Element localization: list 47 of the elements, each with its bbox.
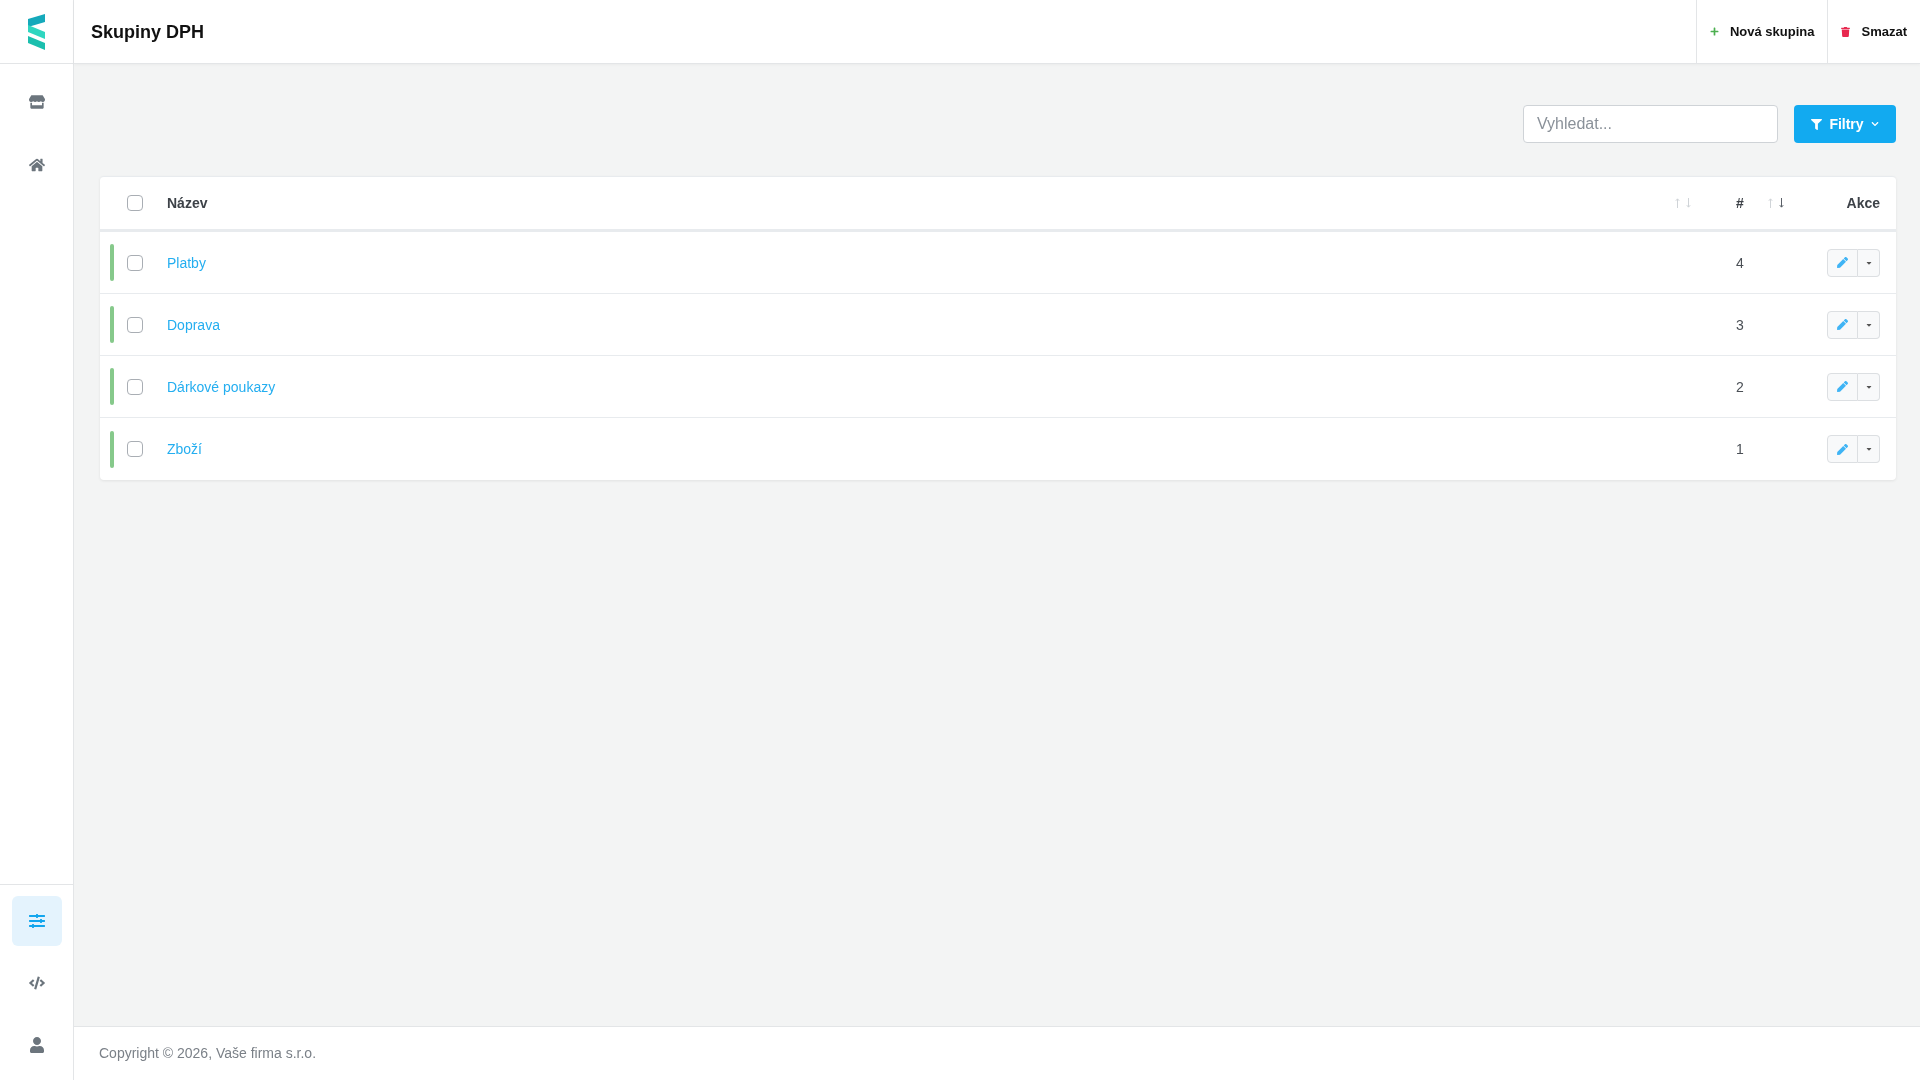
dropdown-toggle-button[interactable] <box>1858 248 1880 277</box>
user-icon <box>28 1037 45 1053</box>
sliders-icon <box>28 913 45 929</box>
column-header: Akce <box>1846 193 1880 213</box>
sort-arrows-icon[interactable] <box>1767 198 1784 208</box>
trash-icon <box>1841 26 1851 37</box>
plus-icon <box>1709 27 1719 36</box>
pencil-icon <box>1837 443 1848 455</box>
filter-icon <box>1811 118 1823 130</box>
delete-button[interactable]: Smazat <box>1827 0 1920 63</box>
pencil-icon <box>1837 319 1848 330</box>
checkbox[interactable] <box>127 378 143 395</box>
filter-button[interactable]: Filtry <box>1794 105 1896 143</box>
chevron-down-icon <box>1870 120 1879 128</box>
checkbox[interactable] <box>127 254 143 271</box>
dropdown-toggle-button[interactable] <box>1858 372 1880 401</box>
count-text: 3 <box>1736 316 1744 333</box>
new-group-button[interactable]: Nová skupina <box>1695 0 1828 63</box>
checkbox[interactable] <box>127 195 143 211</box>
group-name-link[interactable]: Zboží <box>167 441 202 457</box>
code-icon <box>28 975 45 991</box>
search-field[interactable]: Vyhledat... <box>1523 105 1778 143</box>
group-name-link[interactable]: Dárkové poukazy <box>167 378 276 395</box>
pencil-icon <box>1837 257 1848 268</box>
checkbox[interactable] <box>127 316 143 333</box>
sidebar-item[interactable] <box>11 896 62 946</box>
home-icon <box>28 157 45 173</box>
group-name-link[interactable]: Doprava <box>167 316 220 333</box>
copyright-text: Copyright © 2026, Vaše firma s.r.o. <box>99 1044 317 1063</box>
edit-button[interactable] <box>1827 310 1858 339</box>
dropdown-toggle-button[interactable] <box>1858 435 1880 463</box>
edit-button[interactable] <box>1827 248 1858 277</box>
dropdown-toggle-button[interactable] <box>1858 310 1880 339</box>
count-text: 4 <box>1736 254 1744 271</box>
count-text: 2 <box>1736 378 1744 395</box>
pencil-icon <box>1837 381 1848 392</box>
page-title: Skupiny DPH <box>91 22 205 41</box>
count-text: 1 <box>1736 441 1744 457</box>
column-header: Název <box>167 193 208 213</box>
logo-icon <box>28 13 45 50</box>
checkbox[interactable] <box>127 441 143 457</box>
column-header: # <box>1736 193 1744 213</box>
group-name-link[interactable]: Platby <box>167 254 206 271</box>
edit-button[interactable] <box>1827 372 1858 401</box>
store-icon <box>28 94 45 110</box>
caret-icon <box>1864 445 1873 453</box>
edit-button[interactable] <box>1827 435 1858 463</box>
